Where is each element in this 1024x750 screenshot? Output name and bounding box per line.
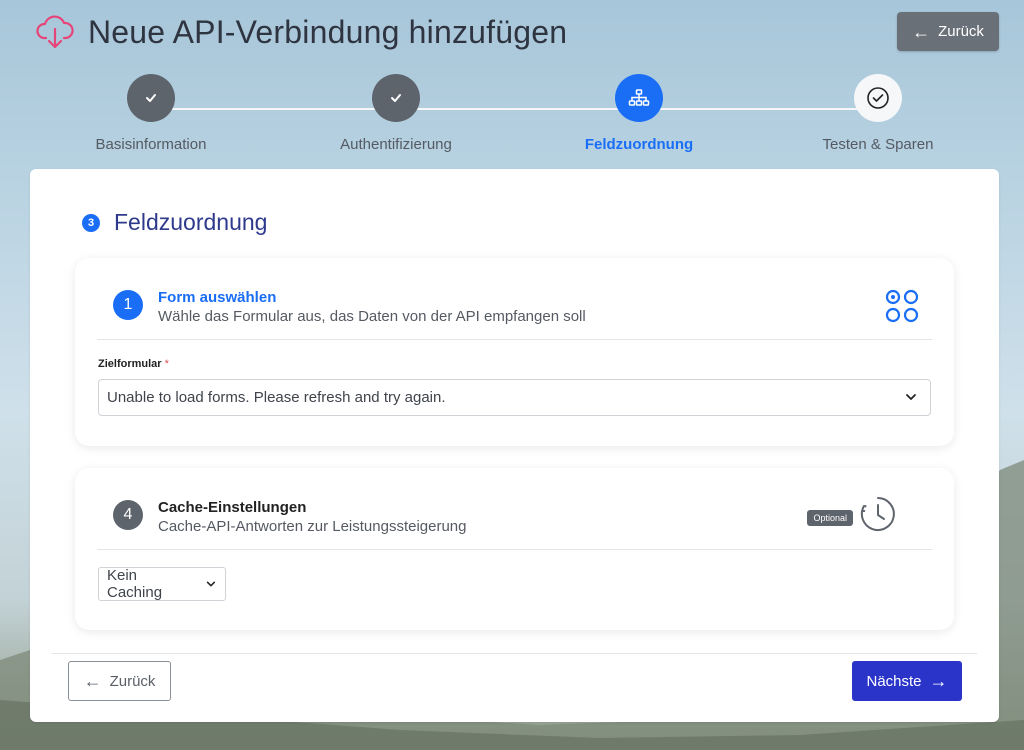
sitemap-icon [615, 74, 663, 122]
arrow-right-icon: → [929, 671, 948, 691]
panel-header: 1 Form auswählen Wähle das Formular aus,… [97, 258, 932, 340]
arrow-left-icon: ← [912, 21, 931, 42]
check-circle-icon [854, 74, 902, 122]
target-form-select[interactable]: Unable to load forms. Please refresh and… [98, 379, 931, 416]
step-testen-sparen[interactable]: Testen & Sparen [778, 74, 978, 153]
arrow-left-icon: ← [83, 671, 102, 691]
header-back-button[interactable]: ← Zurück [897, 12, 999, 51]
panel-number-badge: 4 [113, 500, 143, 530]
header: Neue API-Verbindung hinzufügen ← Zurück [0, 0, 1024, 70]
step-basisinformation[interactable]: Basisinformation [51, 74, 251, 153]
check-icon [127, 74, 175, 122]
apps-grid-icon [885, 289, 919, 323]
panel-subheading: Cache-API-Antworten zur Leistungssteiger… [158, 518, 467, 535]
step-label: Feldzuordnung [584, 136, 694, 153]
cache-mode-select[interactable]: Kein Caching [98, 567, 226, 601]
section-number-badge: 3 [82, 213, 100, 232]
optional-badge: Optional [807, 510, 853, 526]
section-header: 3 Feldzuordnung [82, 209, 267, 236]
chevron-down-icon [206, 581, 216, 587]
footer-divider [52, 653, 977, 654]
select-value: Unable to load forms. Please refresh and… [107, 389, 446, 406]
panel-number-badge: 1 [113, 290, 143, 320]
required-marker: * [164, 358, 169, 370]
section-title: Feldzuordnung [114, 209, 268, 235]
form-select-panel: 1 Form auswählen Wähle das Formular aus,… [75, 258, 954, 446]
step-label: Basisinformation [95, 136, 207, 153]
step-label: Authentifizierung [340, 136, 452, 153]
field-label-text: Zielformular [98, 358, 162, 370]
page-title: Neue API-Verbindung hinzufügen [88, 14, 568, 50]
back-button-label: Zurück [109, 672, 156, 690]
stepper-connector [151, 108, 878, 110]
next-button-label: Nächste [866, 672, 922, 690]
clock-history-icon [860, 497, 895, 531]
chevron-down-icon [906, 394, 916, 400]
cloud-download-icon [36, 15, 74, 49]
next-button[interactable]: Nächste → [852, 661, 962, 701]
step-feldzuordnung[interactable]: Feldzuordnung [539, 74, 739, 153]
field-label: Zielformular * [98, 358, 169, 370]
back-button[interactable]: ← Zurück [68, 661, 171, 701]
select-value: Kein Caching [107, 567, 163, 601]
panel-heading: Form auswählen [158, 289, 277, 306]
check-icon [372, 74, 420, 122]
panel-subheading: Wähle das Formular aus, das Daten von de… [158, 308, 586, 325]
step-label: Testen & Sparen [822, 136, 934, 153]
panel-heading: Cache-Einstellungen [158, 499, 307, 516]
header-back-label: Zurück [938, 23, 984, 40]
panel-header: 4 Cache-Einstellungen Cache-API-Antworte… [97, 468, 932, 550]
main-card: 3 Feldzuordnung 1 Form auswählen Wähle d… [30, 169, 999, 722]
progress-stepper: Basisinformation Authentifizierung Feldz… [0, 70, 1024, 160]
cache-settings-panel: 4 Cache-Einstellungen Cache-API-Antworte… [75, 468, 954, 630]
step-authentifizierung[interactable]: Authentifizierung [296, 74, 496, 153]
